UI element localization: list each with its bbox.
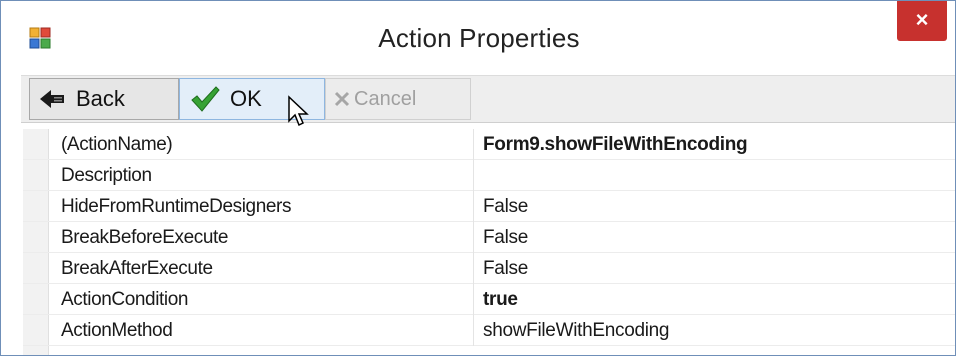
mouse-cursor-icon [288, 95, 309, 127]
property-row-action-name[interactable]: (ActionName) Form9.showFileWithEncoding [23, 129, 955, 160]
back-arrow-icon [40, 90, 64, 108]
property-name: ActionMethod [61, 320, 173, 341]
x-icon [334, 91, 350, 107]
property-row-action-method[interactable]: ActionMethod showFileWithEncoding [23, 315, 955, 346]
property-row-description[interactable]: Description [23, 160, 955, 191]
toolbar: Back OK Cancel [21, 75, 955, 123]
property-grid: (ActionName) Form9.showFileWithEncoding … [23, 129, 955, 355]
property-value[interactable]: False [483, 196, 528, 218]
property-name: HideFromRuntimeDesigners [61, 196, 292, 217]
ok-label: OK [230, 86, 262, 111]
property-row-break-after-execute[interactable]: BreakAfterExecute False [23, 253, 955, 284]
cancel-button[interactable]: Cancel [325, 78, 471, 120]
property-value[interactable]: showFileWithEncoding [483, 320, 670, 342]
property-value[interactable]: true [483, 289, 518, 311]
property-row-break-before-execute[interactable]: BreakBeforeExecute False [23, 222, 955, 253]
back-button[interactable]: Back [29, 78, 179, 120]
title-bar: Action Properties × [1, 1, 955, 75]
close-button[interactable]: × [897, 1, 947, 41]
property-row-hide-from-runtime-designers[interactable]: HideFromRuntimeDesigners False [23, 191, 955, 222]
action-properties-window: Action Properties × Back OK Cancel (Acti… [0, 0, 956, 356]
window-title: Action Properties [378, 23, 580, 53]
property-name: BreakAfterExecute [61, 258, 213, 279]
property-name: (ActionName) [61, 134, 173, 155]
property-name: BreakBeforeExecute [61, 227, 229, 248]
property-value[interactable]: Form9.showFileWithEncoding [483, 134, 748, 156]
property-row-action-condition[interactable]: ActionCondition true [23, 284, 955, 315]
checkmark-icon [191, 86, 220, 112]
property-value[interactable]: False [483, 227, 528, 249]
property-value[interactable]: False [483, 258, 528, 280]
back-label: Back [76, 86, 125, 111]
property-name: ActionCondition [61, 289, 189, 310]
property-name: Description [61, 165, 152, 186]
cancel-label: Cancel [354, 87, 417, 110]
